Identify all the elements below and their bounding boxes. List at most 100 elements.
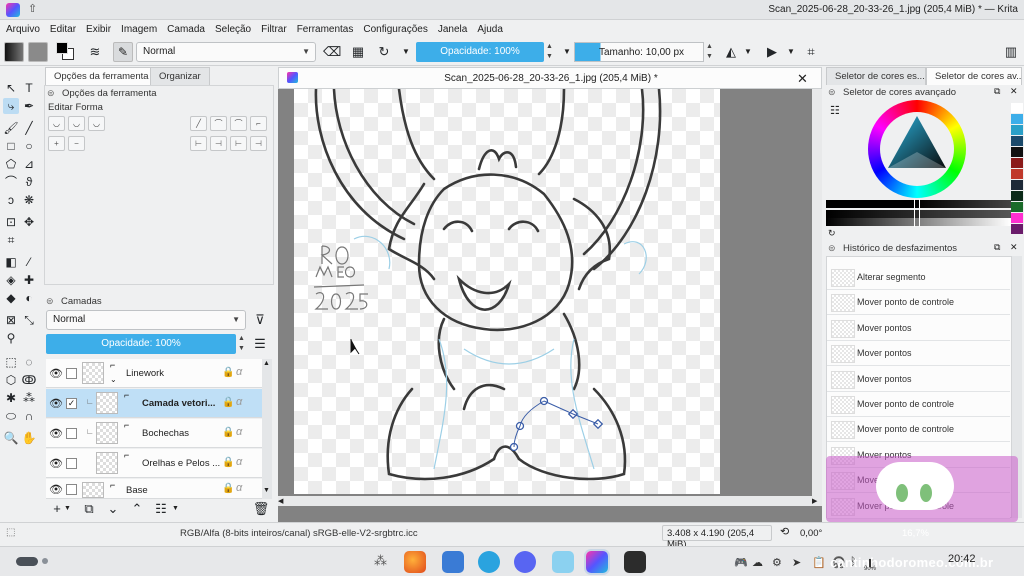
calligraphy-tool-icon[interactable]: ✒: [21, 98, 37, 114]
alpha-lock-icon[interactable]: α: [236, 482, 242, 494]
mirror-vertical-icon[interactable]: ▶: [763, 43, 781, 61]
remove-point-icon[interactable]: −: [68, 136, 85, 151]
brush-preset-icon[interactable]: ✎: [113, 42, 133, 62]
workspace-indicator[interactable]: [16, 557, 38, 566]
transform-tool-icon[interactable]: ⊡: [3, 214, 19, 230]
ellipse-select-tool-icon[interactable]: ◌: [21, 354, 37, 370]
visibility-eye-icon[interactable]: 👁: [49, 427, 63, 440]
colorize-mask-tool-icon[interactable]: ◈: [3, 272, 19, 288]
delete-layer-icon[interactable]: 🗑: [252, 500, 270, 518]
history-item[interactable]: Mover ponto de controle: [827, 392, 1010, 417]
layer-row[interactable]: 👁 ⌐ ⌄ Linework 🔒 α: [46, 359, 262, 388]
duplicate-layer-icon[interactable]: ⧉: [80, 500, 98, 518]
panel-lock-icon[interactable]: ⊜: [828, 87, 836, 98]
history-item[interactable]: Mover ponto de controle: [827, 417, 1010, 443]
polygon-tool-icon[interactable]: ⬠: [3, 156, 19, 172]
lock-icon[interactable]: 🔒: [222, 397, 234, 408]
color-swatch[interactable]: [1011, 213, 1023, 223]
polyline-tool-icon[interactable]: ⊿: [21, 156, 37, 172]
tab-organizar[interactable]: Organizar: [150, 67, 210, 85]
lock-icon[interactable]: 🔒: [222, 367, 234, 378]
krita-app-icon[interactable]: [6, 3, 20, 17]
eraser-mode-icon[interactable]: ⌫: [323, 43, 341, 61]
layer-opacity-slider[interactable]: Opacidade: 100%: [46, 334, 236, 354]
menu-janela[interactable]: Janela: [438, 24, 467, 35]
magnetic-select-tool-icon[interactable]: ∩: [21, 408, 37, 424]
layer-row[interactable]: 👁 ✓ ∟ ⌐ Camada vetori... 🔒 α: [46, 389, 262, 418]
zoom-tool-icon[interactable]: 🔍: [3, 430, 19, 446]
rect-select-tool-icon[interactable]: ⬚: [3, 354, 19, 370]
tab-tool-options[interactable]: Opções da ferramenta: [45, 67, 158, 85]
pattern-preset-button[interactable]: [28, 42, 48, 62]
color-swatch[interactable]: [1011, 158, 1023, 168]
menu-imagem[interactable]: Imagem: [121, 24, 157, 35]
layers-scrollbar[interactable]: ▲ ▼: [262, 359, 272, 499]
scroll-left-icon[interactable]: ◀: [278, 497, 283, 505]
color-swatch[interactable]: [1011, 202, 1023, 212]
history-item[interactable]: Mover pontos: [827, 341, 1010, 367]
smooth-point-icon[interactable]: ◡: [68, 116, 85, 131]
scroll-down-icon[interactable]: ▼: [263, 487, 270, 494]
slider-handle[interactable]: [914, 199, 920, 227]
ellipse-tool-icon[interactable]: ○: [21, 138, 37, 154]
color-wheel[interactable]: [868, 100, 966, 198]
rotation-value[interactable]: 0,00°: [800, 528, 822, 539]
layer-checkbox[interactable]: [66, 458, 77, 469]
color-swatch[interactable]: [1011, 224, 1023, 234]
multibrush-tool-icon[interactable]: ❋: [21, 192, 37, 208]
menu-ajuda[interactable]: Ajuda: [477, 24, 503, 35]
layer-checkbox[interactable]: ✓: [66, 398, 77, 409]
layer-row[interactable]: 👁 ⌐ Base 🔒 α: [46, 479, 262, 499]
reference-tool-icon[interactable]: ⚲: [3, 330, 19, 346]
steam-icon[interactable]: ⚙: [772, 556, 782, 569]
measure-tool-icon[interactable]: ⤡: [21, 312, 37, 328]
opacity-spin-icon[interactable]: ▲ ▼: [546, 42, 556, 62]
break-point-icon[interactable]: ⊢: [190, 136, 207, 151]
image-size-info[interactable]: 3.408 x 4.190 (205,4 MiB): [662, 525, 772, 550]
lock-icon[interactable]: 🔒: [222, 427, 234, 438]
refresh-icon[interactable]: ↻: [828, 228, 836, 239]
clock[interactable]: 20:42: [948, 553, 976, 565]
similar-select-tool-icon[interactable]: ⁂: [21, 390, 37, 406]
enclose-fill-tool-icon[interactable]: ◐: [21, 290, 37, 306]
reload-preset-icon[interactable]: ↻: [375, 43, 393, 61]
chevron-down-icon[interactable]: ▼: [787, 47, 795, 56]
keep-above-icon[interactable]: ⇧: [28, 2, 37, 15]
menu-selecao[interactable]: Seleção: [215, 24, 251, 35]
color-swatch[interactable]: [1011, 191, 1023, 201]
move-layer-up-icon[interactable]: ⌃: [128, 500, 146, 518]
mirror-horizontal-icon[interactable]: ◭: [722, 43, 740, 61]
krita-taskbar-icon[interactable]: [586, 551, 608, 573]
kdeconnect-icon[interactable]: [552, 551, 574, 573]
chevron-down-icon[interactable]: ▼: [744, 47, 752, 56]
history-item[interactable]: Alterar segmento: [827, 265, 1010, 290]
layer-row[interactable]: 👁 ⌐ Orelhas e Pelos ... 🔒 α: [46, 449, 262, 478]
float-panel-icon[interactable]: ⧉: [994, 86, 1000, 97]
app-launcher-icon[interactable]: ⁂: [374, 553, 387, 569]
line-tool-icon[interactable]: ╱: [21, 120, 37, 136]
send-icon[interactable]: ➤: [792, 556, 801, 569]
dynamic-brush-tool-icon[interactable]: ↄ: [3, 192, 19, 208]
bezier-tool-icon[interactable]: ⌒: [3, 174, 19, 190]
workspace-dot[interactable]: [42, 558, 48, 564]
rotation-icon[interactable]: ⟲: [780, 525, 789, 538]
color-swatch[interactable]: [1011, 125, 1023, 135]
canvas-horizontal-scrollbar[interactable]: ◀ ▶: [278, 496, 822, 506]
brush-settings-icon[interactable]: ≋: [86, 43, 104, 61]
menu-filtrar[interactable]: Filtrar: [261, 24, 287, 35]
segment-to-line-icon[interactable]: ╱: [190, 116, 207, 131]
fill-tool-icon[interactable]: ◆: [3, 290, 19, 306]
color-swatch[interactable]: [1011, 169, 1023, 179]
move-layer-down-icon[interactable]: ⌄: [104, 500, 122, 518]
layer-opacity-spin-icon[interactable]: ▲ ▼: [238, 334, 248, 354]
telegram-icon[interactable]: [478, 551, 500, 573]
color-swatch[interactable]: [1011, 136, 1023, 146]
document-tab[interactable]: Scan_2025-06-28_20-33-26_1.jpg (205,4 Mi…: [278, 67, 822, 89]
fg-bg-color-swatch[interactable]: [55, 41, 77, 63]
select-tool-icon[interactable]: ↖: [3, 80, 19, 96]
scroll-right-icon[interactable]: ▶: [812, 497, 817, 505]
layer-checkbox[interactable]: [66, 428, 77, 439]
join-segment-icon[interactable]: ⊢: [230, 136, 247, 151]
menu-configuracoes[interactable]: Configurações: [363, 24, 427, 35]
layer-checkbox[interactable]: [66, 368, 77, 379]
